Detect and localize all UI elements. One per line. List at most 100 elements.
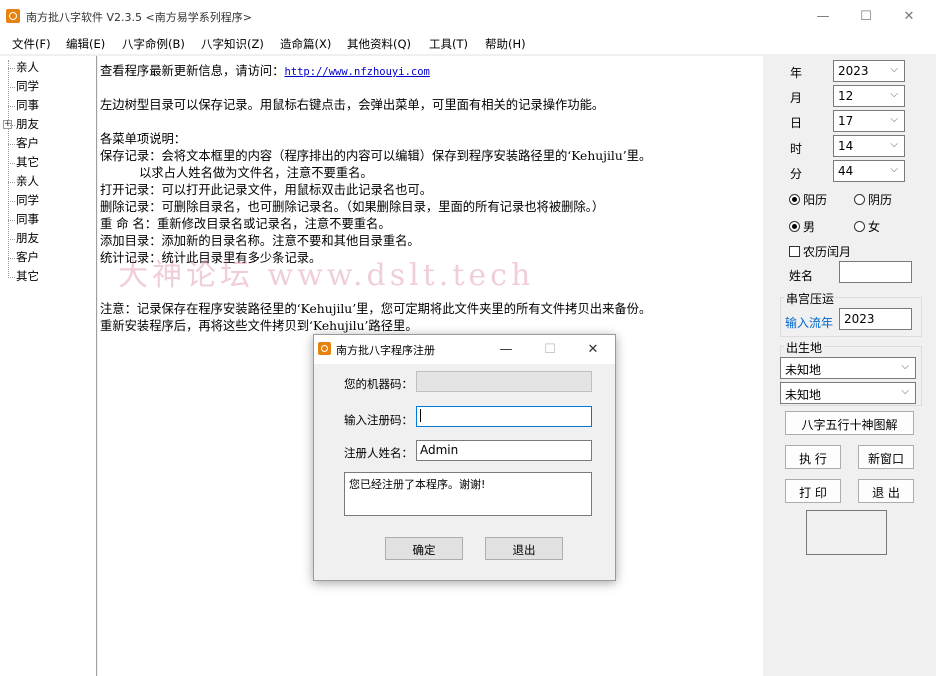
- year-label: 年: [790, 66, 803, 80]
- dialog-minimize-button[interactable]: —: [484, 335, 528, 364]
- tree-item[interactable]: 其它: [8, 268, 39, 287]
- leap-month-label: 农历闰月: [803, 245, 852, 259]
- tree-item[interactable]: 同学: [8, 78, 39, 97]
- editor-line: 注意：记录保存在程序安装路径里的‘Kehujilu’里，您可定期将此文件夹里的所…: [100, 302, 652, 316]
- chevron-down-icon: ⌵: [901, 386, 909, 397]
- text-caret: [420, 409, 421, 422]
- tree-item[interactable]: 其它: [8, 154, 39, 173]
- editor-line-update: 查看程序最新更新信息，请访问：http://www.nfzhouyi.com: [100, 61, 430, 79]
- radio-checked-icon: [789, 194, 800, 205]
- radio-checked-icon: [789, 221, 800, 232]
- name-label: 姓名: [789, 269, 814, 283]
- tree-item[interactable]: 朋友: [8, 230, 39, 249]
- menu-bar: 文件(F) 编辑(E) 八字命例(B) 八字知识(Z) 造命篇(X) 其他资料(…: [0, 32, 936, 54]
- tree-item[interactable]: 朋友: [8, 116, 39, 135]
- close-button[interactable]: ✕: [886, 0, 932, 32]
- flow-year-input[interactable]: 2023: [839, 308, 912, 330]
- editor-line: 删除记录：可删除目录名，也可删除记录名。（如果删除目录，里面的所有记录也将被删除…: [100, 200, 605, 214]
- maximize-button[interactable]: ☐: [843, 0, 889, 32]
- leap-month-checkbox[interactable]: 农历闰月: [789, 243, 851, 260]
- tree-item[interactable]: 同学: [8, 192, 39, 211]
- dialog-maximize-button: ☐: [544, 342, 556, 357]
- menu-bazi-cases[interactable]: 八字命例(B): [122, 36, 185, 52]
- tree-item[interactable]: 亲人: [8, 59, 39, 78]
- tree-item[interactable]: 客户: [8, 135, 39, 154]
- tree-item[interactable]: 亲人: [8, 173, 39, 192]
- birthplace-group-title: 出生地: [784, 339, 825, 356]
- hour-value: 14: [838, 139, 854, 153]
- tree-item[interactable]: 同事: [8, 97, 39, 116]
- female-radio[interactable]: 女: [854, 218, 880, 235]
- tree-item[interactable]: 客户: [8, 249, 39, 268]
- app-icon: [6, 9, 20, 23]
- run-button[interactable]: 执 行: [785, 445, 841, 469]
- minute-select[interactable]: 44 ⌵: [833, 160, 905, 182]
- lunar-radio[interactable]: 阴历: [854, 191, 892, 208]
- record-tree[interactable]: 亲人 同学 同事 + 朋友 客户 其它 亲人 同学 同事 朋友 客户 其它: [0, 56, 97, 676]
- registration-dialog: 南方批八字程序注册 — ☐ ✕ 您的机器码： 输入注册码： 注册人姓名： Adm…: [313, 334, 616, 581]
- month-select[interactable]: 12 ⌵: [833, 85, 905, 107]
- flow-year-label: 输入流年: [785, 316, 834, 330]
- name-input[interactable]: [839, 261, 912, 283]
- menu-help[interactable]: 帮助(H): [485, 36, 526, 52]
- birthplace-1-value: 未知地: [785, 363, 822, 377]
- menu-file[interactable]: 文件(F): [12, 36, 51, 52]
- cancel-button[interactable]: 退出: [485, 537, 563, 560]
- checkbox-icon: [789, 246, 800, 257]
- menu-edit[interactable]: 编辑(E): [66, 36, 105, 52]
- editor-line: 打开记录：可以打开此记录文件，用鼠标双击此记录名也可。: [100, 183, 433, 197]
- machine-code-field: [416, 371, 592, 392]
- male-label: 男: [803, 220, 816, 234]
- chevron-down-icon: ⌵: [901, 361, 909, 372]
- solar-radio[interactable]: 阳历: [789, 191, 827, 208]
- chevron-down-icon: ⌵: [890, 114, 898, 125]
- website-link[interactable]: http://www.nfzhouyi.com: [284, 66, 429, 78]
- dialog-title: 南方批八字程序注册: [336, 344, 435, 357]
- fortune-group-title: 串宫压运: [784, 290, 837, 307]
- menu-zaoming[interactable]: 造命篇(X): [280, 36, 331, 52]
- day-label: 日: [790, 116, 803, 130]
- male-radio[interactable]: 男: [789, 218, 815, 235]
- chevron-down-icon: ⌵: [890, 164, 898, 175]
- birthplace-select-2[interactable]: 未知地 ⌵: [780, 382, 916, 404]
- tree-item[interactable]: 同事: [8, 211, 39, 230]
- editor-line: 左边树型目录可以保存记录。用鼠标右键点击，会弹出菜单，可里面有相关的记录操作功能…: [100, 98, 605, 112]
- editor-line: 各菜单项说明：: [100, 132, 187, 146]
- menu-other-info[interactable]: 其他资料(Q): [347, 36, 411, 52]
- year-select[interactable]: 2023 ⌵: [833, 60, 905, 82]
- reg-code-input[interactable]: [416, 406, 592, 427]
- lunar-label: 阴历: [868, 193, 893, 207]
- birthplace-2-value: 未知地: [785, 388, 822, 402]
- radio-unchecked-icon: [854, 194, 865, 205]
- year-value: 2023: [838, 64, 869, 78]
- menu-tools[interactable]: 工具(T): [429, 36, 468, 52]
- editor-line: 重新安装程序后，再将这些文件拷贝到‘Kehujilu’路径里。: [100, 319, 418, 333]
- female-label: 女: [868, 220, 881, 234]
- ok-button[interactable]: 确定: [385, 537, 463, 560]
- hour-select[interactable]: 14 ⌵: [833, 135, 905, 157]
- input-panel: 年 2023 ⌵ 月 12 ⌵ 日 17 ⌵ 时 14 ⌵ 分 44 ⌵ 阳历 阴历 男 …: [764, 56, 936, 676]
- window-title: 南方批八字软件 V2.3.5 <南方易学系列程序>: [26, 11, 252, 24]
- chevron-down-icon: ⌵: [890, 139, 898, 150]
- minute-value: 44: [838, 164, 854, 178]
- print-button[interactable]: 打 印: [785, 479, 841, 503]
- new-window-button[interactable]: 新窗口: [858, 445, 914, 469]
- birthplace-select-1[interactable]: 未知地 ⌵: [780, 357, 916, 379]
- update-info-text: 查看程序最新更新信息，请访问：: [100, 64, 285, 78]
- month-value: 12: [838, 89, 854, 103]
- bazi-chart-button[interactable]: 八字五行十神图解: [785, 411, 914, 435]
- day-select[interactable]: 17 ⌵: [833, 110, 905, 132]
- exit-button[interactable]: 退 出: [858, 479, 914, 503]
- reg-name-input[interactable]: Admin: [416, 440, 592, 461]
- minimize-button[interactable]: —: [800, 0, 846, 32]
- menu-bazi-knowledge[interactable]: 八字知识(Z): [201, 36, 264, 52]
- editor-line: 统计记录：统计此目录里有多少条记录。: [100, 251, 322, 265]
- status-message: 您已经注册了本程序。谢谢!: [344, 472, 592, 516]
- chevron-down-icon: ⌵: [890, 89, 898, 100]
- title-bar: 南方批八字软件 V2.3.5 <南方易学系列程序> — ☐ ✕: [0, 0, 936, 32]
- reg-code-label: 输入注册码：: [344, 413, 413, 427]
- dialog-close-button[interactable]: ✕: [571, 335, 615, 364]
- editor-line: 添加目录：添加新的目录名称。注意不要和其他目录重名。: [100, 234, 420, 248]
- radio-unchecked-icon: [854, 221, 865, 232]
- hour-label: 时: [790, 142, 803, 156]
